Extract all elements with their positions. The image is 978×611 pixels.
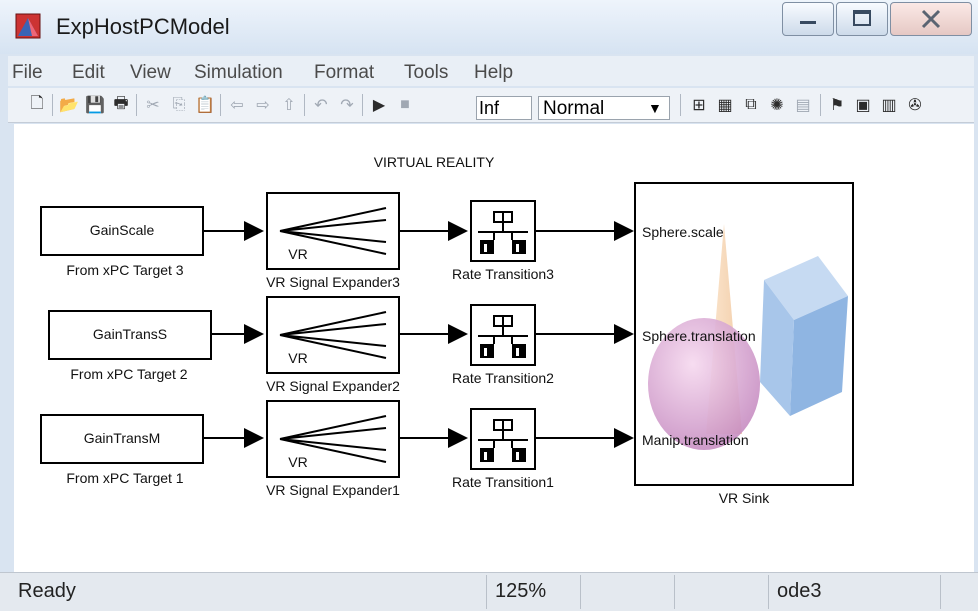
start-simulation-icon[interactable]: ▶ [368, 94, 390, 116]
vr-sink-caption: VR Sink [718, 490, 770, 506]
close-button[interactable] [890, 2, 972, 36]
application-window: ExpHostPCModel File Edit View Simulation… [0, 0, 978, 611]
paste-icon[interactable]: 📋 [194, 94, 216, 116]
menu-edit[interactable]: Edit [72, 62, 105, 84]
debug-icon[interactable]: ✺ [766, 94, 788, 116]
stop-simulation-icon[interactable]: ■ [394, 94, 416, 116]
source-block-label: GainTransM [83, 430, 161, 446]
menu-format[interactable]: Format [314, 62, 374, 84]
toolbar-separator [52, 94, 53, 116]
print-icon[interactable]: 🖶 [110, 94, 132, 116]
cut-icon[interactable]: ✂ [142, 94, 164, 116]
toolbar-separator [362, 94, 363, 116]
stop-time-input[interactable]: Inf [476, 96, 532, 120]
settings-wheel-icon[interactable]: ✇ [904, 94, 926, 116]
toolbar-separator [680, 94, 681, 116]
source-block-caption: From xPC Target 1 [66, 470, 184, 486]
new-file-icon[interactable]: 🗋 [26, 94, 48, 116]
rate-transition-caption: Rate Transition1 [452, 474, 554, 490]
source-block-label: GainTransS [92, 326, 168, 342]
redo-icon[interactable]: ↷ [336, 94, 358, 116]
expander-label: VR [288, 454, 308, 470]
menu-simulation[interactable]: Simulation [194, 62, 283, 84]
inspect-icon[interactable]: ▣ [852, 94, 874, 116]
status-state: Ready [18, 580, 76, 602]
up-arrow-icon[interactable]: ⇧ [278, 94, 300, 116]
expander-label: VR [288, 246, 308, 262]
close-icon [921, 9, 941, 29]
status-empty-cell [580, 575, 674, 609]
source-block-gaintransm[interactable]: GainTransM [40, 414, 204, 464]
source-block-caption: From xPC Target 2 [70, 366, 188, 382]
sink-port-manip-translation: Manip.translation [642, 432, 749, 448]
rate-transition-caption: Rate Transition2 [452, 370, 554, 386]
toolbar-separator [220, 94, 221, 116]
save-icon[interactable]: 💾 [84, 94, 106, 116]
menu-view[interactable]: View [130, 62, 171, 84]
library-browser-icon[interactable]: ▦ [714, 94, 736, 116]
title-bar[interactable]: ExpHostPCModel [0, 0, 978, 54]
sink-port-sphere-scale: Sphere.scale [642, 224, 724, 240]
menu-file[interactable]: File [12, 62, 43, 84]
vr-signal-expander-3[interactable]: VR [266, 192, 400, 270]
model-explorer-icon[interactable]: ⧉ [740, 94, 762, 116]
status-bar: Ready 125% ode3 [0, 572, 978, 611]
menu-bar: File Edit View Simulation Format Tools H… [8, 56, 974, 86]
source-block-gaintranss[interactable]: GainTransS [48, 310, 212, 360]
display-icon[interactable]: ▥ [878, 94, 900, 116]
source-block-gainscale[interactable]: GainScale [40, 206, 204, 256]
rate-transition-icon [478, 315, 528, 358]
rate-transition-icon [478, 211, 528, 254]
window-title: ExpHostPCModel [56, 14, 230, 39]
sink-port-sphere-translation: Sphere.translation [642, 328, 756, 344]
vr-signal-expander-1[interactable]: VR [266, 400, 400, 478]
toolbar-separator [136, 94, 137, 116]
vr-sink-block[interactable]: Sphere.scale Sphere.translation Manip.tr… [634, 182, 854, 486]
toolbar-separator [820, 94, 821, 116]
rate-transition-3[interactable] [470, 200, 536, 262]
expander-label: VR [288, 350, 308, 366]
forward-arrow-icon[interactable]: ⇨ [252, 94, 274, 116]
minimize-button[interactable] [782, 2, 834, 36]
status-solver: ode3 [768, 575, 940, 609]
source-block-caption: From xPC Target 3 [66, 262, 184, 278]
rate-transition-1[interactable] [470, 408, 536, 470]
open-folder-icon[interactable]: 📂 [58, 94, 80, 116]
model-canvas[interactable]: VIRTUAL REALITY GainScale From xPC Targe… [14, 124, 974, 574]
build-icon[interactable]: ⊞ [688, 94, 710, 116]
copy-icon[interactable]: ⎘ [168, 94, 190, 116]
connect-target-icon[interactable]: ⚑ [826, 94, 848, 116]
simulink-app-icon [15, 13, 41, 39]
rate-transition-caption: Rate Transition3 [452, 266, 554, 282]
status-zoom: 125% [486, 575, 580, 609]
minimize-icon [800, 21, 816, 24]
menu-help[interactable]: Help [474, 62, 513, 84]
status-empty-cell [674, 575, 768, 609]
rate-transition-icon [478, 419, 528, 462]
toolbar-separator [304, 94, 305, 116]
source-block-label: GainScale [89, 222, 155, 238]
resize-grip-icon[interactable] [940, 575, 978, 609]
expander-caption: VR Signal Expander1 [266, 482, 400, 498]
undo-icon[interactable]: ↶ [310, 94, 332, 116]
rate-transition-2[interactable] [470, 304, 536, 366]
expander-caption: VR Signal Expander2 [266, 378, 400, 394]
back-arrow-icon[interactable]: ⇦ [226, 94, 248, 116]
vr-signal-expander-2[interactable]: VR [266, 296, 400, 374]
grid-icon[interactable]: ▤ [792, 94, 814, 116]
maximize-button[interactable] [836, 2, 888, 36]
menu-tools[interactable]: Tools [404, 62, 448, 84]
maximize-icon [853, 10, 871, 26]
expander-caption: VR Signal Expander3 [266, 274, 400, 290]
chevron-down-icon[interactable]: ▼ [648, 100, 662, 116]
